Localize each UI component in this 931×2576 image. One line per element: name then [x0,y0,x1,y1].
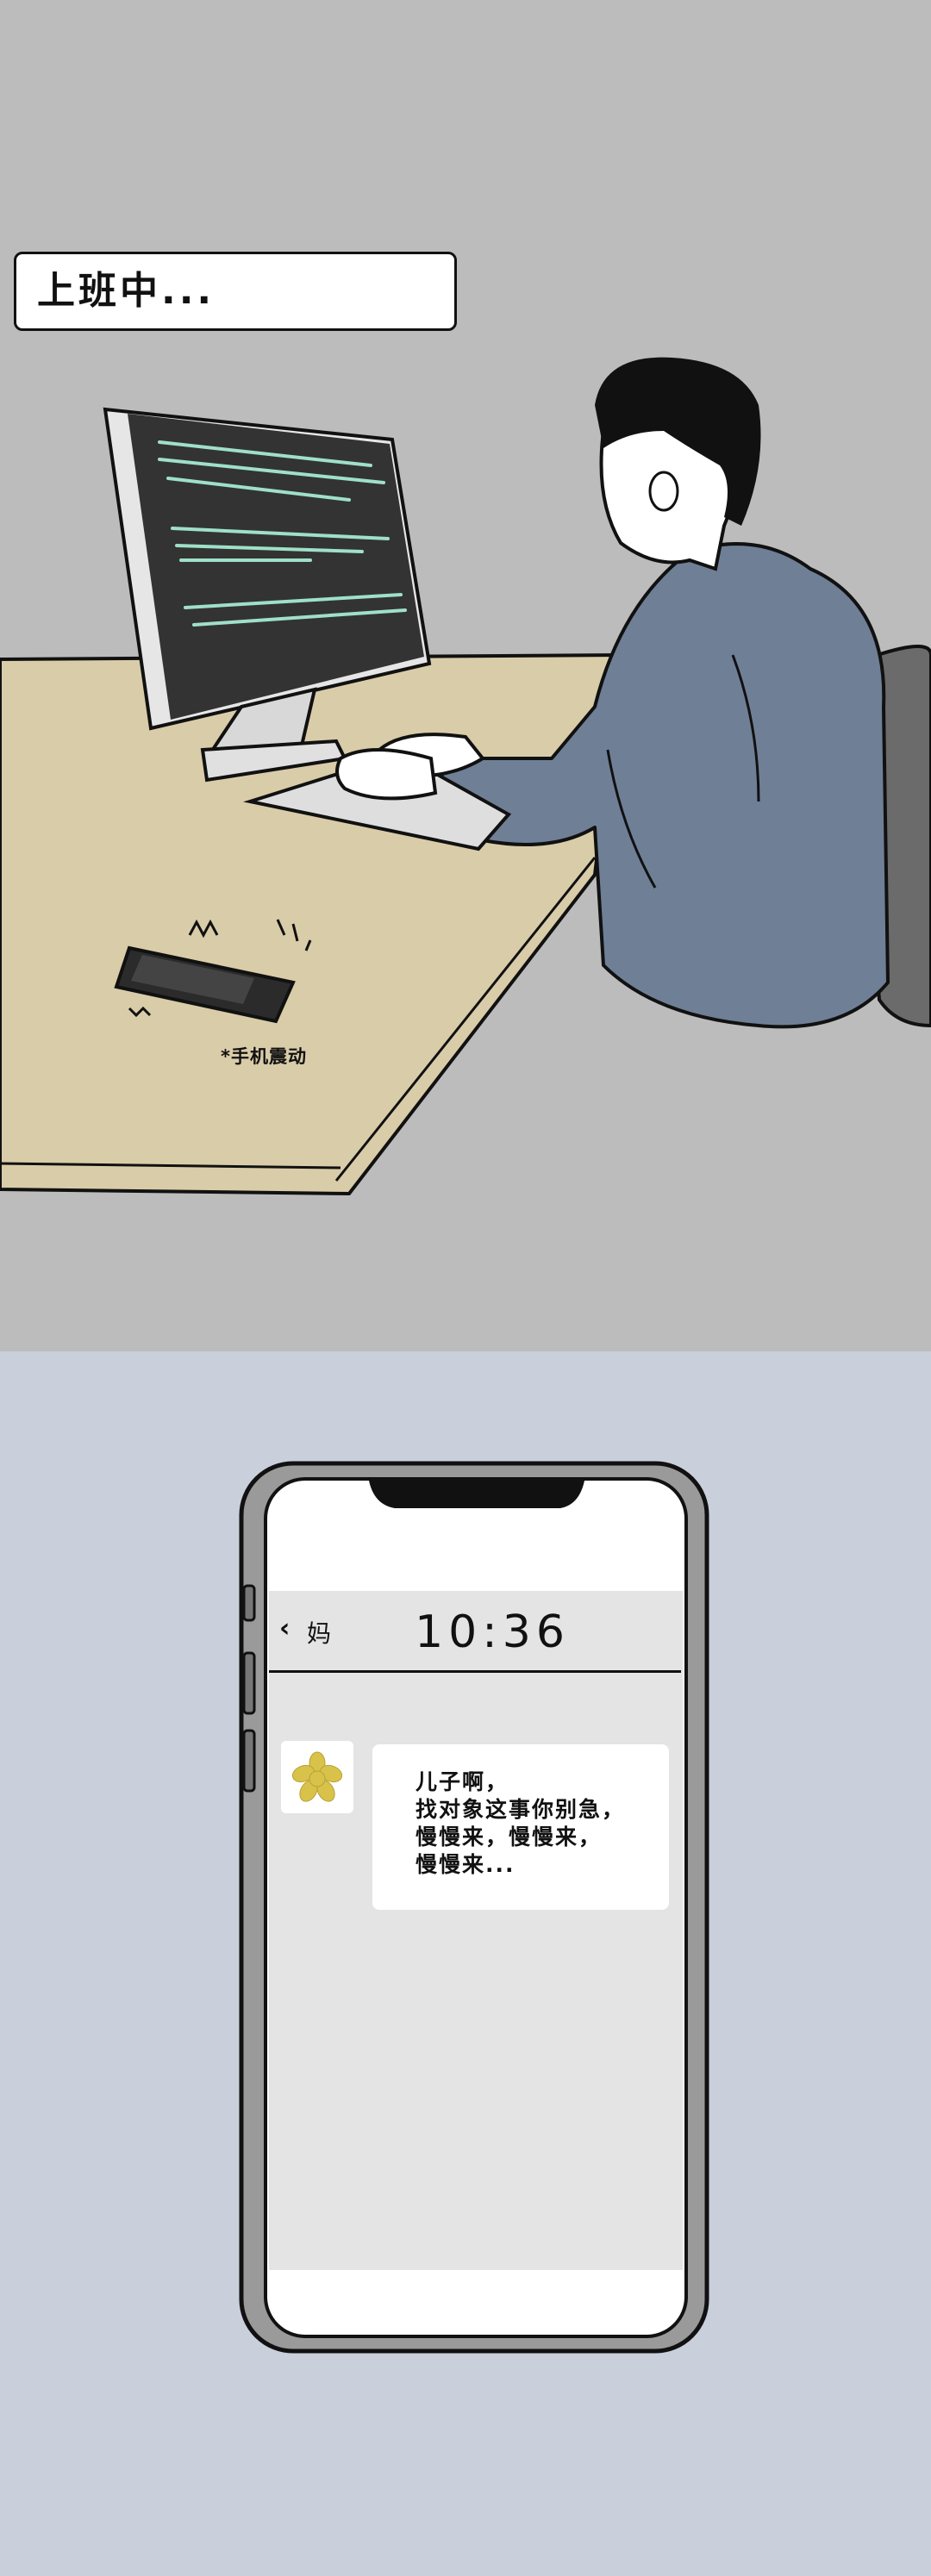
chat-header: ‹ 妈 10:36 [269,1591,681,1673]
flower-icon [291,1751,343,1802]
phone-notch [369,1481,584,1508]
office-scene-illustration [0,357,931,1195]
message-line: 儿子啊， [416,1769,509,1794]
desk [0,653,622,1195]
message-line: 慢慢来，慢慢来， [416,1824,603,1849]
message-line: 慢慢来... [416,1852,515,1877]
caption-box: 上班中... [14,252,457,331]
message-line: 找对象这事你别急， [416,1797,626,1822]
vibration-note: *手机震动 [221,1046,307,1067]
phone-panel [0,1351,931,2576]
office-panel: 上班中... *手机震动 [0,0,931,1351]
phone-illustration [239,1461,709,2354]
chat-area [269,1591,683,2270]
message-bubble[interactable]: 儿子啊， 找对象这事你别急， 慢慢来，慢慢来， 慢慢来... [372,1744,669,1910]
chat-time: 10:36 [415,1606,570,1658]
contact-avatar[interactable] [281,1741,353,1813]
